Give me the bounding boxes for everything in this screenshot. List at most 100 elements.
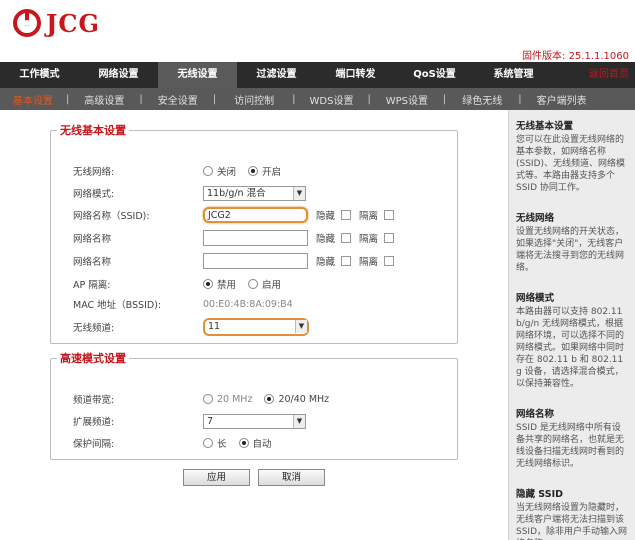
wireless-off-label: 关闭: [217, 167, 237, 178]
ssid-hide-checkbox[interactable]: 隐藏: [316, 208, 352, 222]
help-title: 无线基本设置: [516, 121, 574, 132]
channel-row: 无线频道: 11 ▼: [73, 318, 453, 336]
help-text: 您可以在此设置无线网络的基本参数，如网络名称(SSID)、无线频道、网络模式等。…: [516, 135, 626, 193]
ssid3-input[interactable]: [203, 253, 308, 269]
tab-filter-settings[interactable]: 过滤设置: [237, 62, 316, 88]
sub-nav: 基本设置 | 高级设置 | 安全设置 | 访问控制 | WDS设置 | WPS设…: [0, 88, 635, 110]
radio-dot: [203, 394, 213, 404]
brand-name: JCG: [46, 8, 100, 38]
checkbox-box: [384, 233, 395, 243]
tab-wireless-settings[interactable]: 无线设置: [158, 62, 237, 88]
home-link[interactable]: 返回首页: [589, 62, 629, 88]
tab-system-management[interactable]: 系统管理: [474, 62, 553, 88]
bw-2040-radio[interactable]: 20/40 MHz: [264, 394, 329, 405]
high-speed-section: 高速模式设置 频道带宽: 20 MHz 20/40 MHz 扩展频道: 7 ▼ 保…: [50, 350, 458, 460]
bw-20-label: 20 MHz: [217, 393, 253, 405]
ssid3-row: 网络名称 隐藏 隔离: [73, 252, 453, 270]
ssid3-hide-checkbox[interactable]: 隐藏: [316, 254, 352, 268]
subnav-client-list[interactable]: 客户端列表: [522, 92, 602, 107]
checkbox-box: [341, 210, 352, 220]
wireless-network-label: 无线网络:: [73, 167, 115, 178]
radio-dot-selected: [264, 394, 275, 404]
help-sidebar: 无线基本设置 您可以在此设置无线网络的基本参数，如网络名称(SSID)、无线频道…: [508, 110, 635, 540]
brand-logo[interactable]: JCG: [12, 8, 100, 38]
mac-value: 00:E0:4B:8A:09:B4: [203, 298, 293, 310]
ap-disable-radio[interactable]: 禁用: [203, 277, 236, 291]
tab-work-mode[interactable]: 工作模式: [0, 62, 79, 88]
guard-long-radio[interactable]: 长: [203, 436, 227, 450]
radio-dot: [203, 166, 213, 176]
radio-dot-selected: [238, 438, 249, 448]
wireless-basic-section: 无线基本设置 无线网络: 关闭 开启 网络模式: 11b/g/n 混合 ▼ 网络名…: [50, 122, 458, 344]
wireless-basic-legend: 无线基本设置: [60, 124, 126, 137]
guard-auto-radio[interactable]: 自动: [238, 436, 272, 450]
chevron-down-icon: ▼: [293, 186, 305, 200]
apply-button[interactable]: 应用: [183, 469, 250, 486]
help-text: SSID 是无线网络中所有设备共享的网络名，也就是无线设备扫描无线网时看到的无线…: [516, 423, 625, 469]
channel-select[interactable]: 11 ▼: [203, 318, 309, 336]
tab-network-settings[interactable]: 网络设置: [79, 62, 158, 88]
wireless-on-label: 开启: [262, 167, 282, 178]
network-mode-label: 网络模式:: [73, 189, 115, 200]
subnav-security-settings[interactable]: 安全设置: [143, 92, 213, 107]
subnav-green-wireless[interactable]: 绿色无线: [446, 92, 518, 107]
radio-dot-selected: [203, 279, 213, 289]
wireless-on-radio[interactable]: 开启: [248, 164, 281, 178]
help-text: 设置无线网络的开关状态，如果选择"关闭"，无线客户端将无法搜寻到您的无线网络。: [516, 227, 625, 273]
network-mode-select[interactable]: 11b/g/n 混合 ▼: [203, 185, 306, 201]
subnav-wds-settings[interactable]: WDS设置: [296, 92, 368, 107]
tab-qos-settings[interactable]: QoS设置: [395, 62, 474, 88]
wireless-off-radio[interactable]: 关闭: [203, 164, 236, 178]
checkbox-box: [384, 210, 395, 220]
channel-value: 11: [208, 321, 221, 332]
ext-channel-value: 7: [207, 415, 214, 427]
help-title: 无线网络: [516, 213, 555, 224]
bw-2040-label: 20/40 MHz: [278, 393, 330, 405]
help-text: 本路由器可以支持 802.11 b/g/n 无线网络模式，根据网络环境，可以选择…: [516, 307, 625, 389]
chevron-down-icon: ▼: [293, 414, 305, 428]
ap-isolation-label: AP 隔离:: [73, 280, 111, 291]
ssid3-isolate-checkbox[interactable]: 隔离: [359, 254, 395, 268]
tab-port-forwarding[interactable]: 端口转发: [316, 62, 395, 88]
help-title: 网络模式: [516, 293, 555, 304]
ext-channel-select[interactable]: 7 ▼: [203, 413, 306, 429]
ap-disable-label: 禁用: [217, 280, 237, 291]
help-title: 网络名称: [516, 409, 555, 420]
ssid2-row: 网络名称 隐藏 隔离: [73, 229, 453, 247]
jcg-logo-icon: [13, 9, 41, 37]
bw-20-radio[interactable]: 20 MHz: [203, 394, 252, 405]
ap-enable-radio[interactable]: 启用: [248, 277, 281, 291]
subnav-wps-settings[interactable]: WPS设置: [371, 92, 443, 107]
mac-label: MAC 地址（BSSID):: [73, 300, 162, 311]
subnav-basic-settings[interactable]: 基本设置: [0, 92, 66, 107]
ext-channel-label: 扩展频道:: [73, 417, 115, 428]
hide-label: 隐藏: [316, 257, 336, 268]
ssid3-label: 网络名称: [73, 257, 112, 268]
bandwidth-row: 频道带宽: 20 MHz 20/40 MHz: [73, 390, 453, 408]
ssid-label: 网络名称（SSID):: [73, 211, 150, 222]
radio-dot-selected: [248, 166, 259, 176]
high-speed-legend: 高速模式设置: [60, 352, 126, 365]
chevron-down-icon: ▼: [295, 320, 307, 333]
ssid2-isolate-checkbox[interactable]: 隔离: [359, 231, 395, 245]
hide-label: 隐藏: [316, 211, 336, 222]
isolate-label: 隔离: [359, 211, 379, 222]
isolate-label: 隔离: [359, 234, 379, 245]
guard-interval-label: 保护间隔:: [73, 439, 115, 450]
guard-interval-row: 保护间隔: 长 自动: [73, 434, 453, 452]
bandwidth-label: 频道带宽:: [73, 395, 115, 406]
help-text: 当无线网络设置为隐藏时，无线客户端将无法扫描到该 SSID，除非用户手动输入网络…: [516, 503, 628, 540]
radio-dot: [203, 438, 213, 448]
mac-row: MAC 地址（BSSID): 00:E0:4B:8A:09:B4: [73, 295, 453, 313]
subnav-access-control[interactable]: 访问控制: [216, 92, 292, 107]
ssid-isolate-checkbox[interactable]: 隔离: [359, 208, 395, 222]
ssid2-hide-checkbox[interactable]: 隐藏: [316, 231, 352, 245]
subnav-advanced-settings[interactable]: 高级设置: [69, 92, 139, 107]
network-mode-row: 网络模式: 11b/g/n 混合 ▼: [73, 184, 453, 202]
ssid2-input[interactable]: [203, 230, 308, 246]
wireless-network-row: 无线网络: 关闭 开启: [73, 162, 453, 180]
main-content: 无线基本设置 无线网络: 关闭 开启 网络模式: 11b/g/n 混合 ▼ 网络名…: [0, 110, 508, 540]
cancel-button[interactable]: 取消: [258, 469, 325, 486]
ssid-input[interactable]: JCG2: [203, 207, 308, 223]
help-title: 隐藏 SSID: [516, 489, 563, 500]
